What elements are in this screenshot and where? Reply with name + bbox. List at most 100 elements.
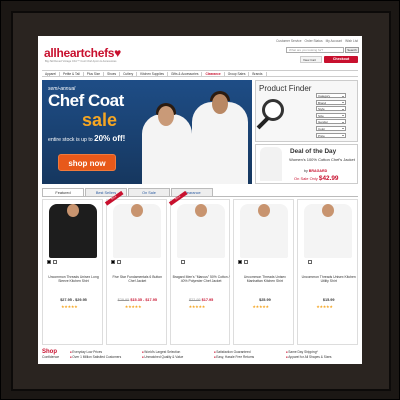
product-price: $15.99 [322,298,335,302]
nav-item-group-sales[interactable]: Group Sales [225,71,250,76]
product-price: $29.95 $15.35 - $17.95 [109,298,166,302]
swatch-white[interactable] [53,260,57,264]
heart-icon: ♥ [114,46,121,60]
nav-item-clearance[interactable]: Clearance [202,71,225,76]
product-card[interactable]: Uncommon Threads Unisex Long Sleeve Kitc… [42,199,103,345]
swatch-white[interactable] [244,260,249,264]
webpage: Customer Service Order Status My Account… [38,36,362,364]
benefit-item: Over 1 Million Satisfied Customers [70,355,121,359]
nav-item-petite-tall[interactable]: Petite & Tall [60,71,84,76]
site-logo[interactable]: allheartchefs♥ [44,46,121,60]
deal-of-the-day[interactable]: Deal of the Day Women's 100% Cotton Chef… [255,144,358,184]
model-face [67,204,79,217]
benefit-item: Same Day Shipping* [286,350,318,354]
swatch-white[interactable] [180,260,185,264]
nav-item-brands[interactable]: Brands [249,71,267,76]
benefit-column: Everyday Low PricesOver 1 Million Satisf… [70,350,142,362]
view-cart-button[interactable]: View Cart [300,56,322,63]
magnifier-handle [256,116,270,130]
benefit-item: Satisfaction Guaranteed [214,350,251,354]
benefit-item: Unmatched Quality & Value [142,355,183,359]
product-price: $27.95 - $29.95 [60,298,87,302]
deal-brand: by BRAGARD [304,169,327,173]
price-select[interactable]: Price [316,132,346,138]
product-price: $22.95 $17.95 [173,298,230,302]
model-face [130,204,143,217]
chef-face [158,106,174,126]
product-name[interactable]: Five Star Fundamentals 6 Button Chef Jac… [109,275,166,283]
product-name[interactable]: Bragard Men's "Marcus" 50% Cotton / 40% … [173,275,230,283]
rating-stars: ★★★★★ [252,304,269,309]
deal-by-label: by [304,169,308,173]
logo-text: allheartchefs [44,46,115,60]
top-links: Customer Service Order Status My Account… [276,39,358,43]
tagline: Big-Tall Dexed Vintage Chic™ Cool Chef A… [45,60,117,63]
nav-item-kitchen-supplies[interactable]: Kitchen Supplies [137,71,168,76]
deal-product-image [260,147,282,181]
male-chef-image [192,102,248,184]
customer-service-link[interactable]: Customer Service [276,39,301,43]
brand-select[interactable]: Brand [316,99,346,105]
benefit-column: World's Largest SelectionUnmatched Quali… [142,350,214,362]
old-price: $29.95 [117,298,130,302]
product-finder-title: Product Finder [259,84,312,93]
size-select[interactable]: Size [316,112,346,118]
color-select[interactable]: Color [316,125,346,131]
swatch-black[interactable] [238,260,243,264]
sale-price: $17.95 [201,298,214,302]
checkout-button[interactable]: Checkout [324,56,358,63]
product-name[interactable]: Uncommon Threads Unisex Manhattan Kitche… [236,275,293,283]
benefit-item: Apparel for All Shapes & Sizes [286,355,332,359]
order-status-link[interactable]: Order Status [305,39,323,43]
rating-stars: ★★★★★ [188,304,206,309]
search-input[interactable]: What are you looking for? [286,47,344,53]
product-price: $25.99 [259,298,271,302]
product-card[interactable]: SALE Bragard Men's "Marcus" 50% Cotton /… [168,190,231,345]
old-price: $22.95 [188,298,201,302]
my-account-link[interactable]: My Account [326,39,342,43]
swatch-black[interactable] [47,260,51,264]
search-button[interactable]: Search [345,47,359,53]
nav-item-apparel[interactable]: Apparel [42,71,60,76]
nav-item-plus-size[interactable]: Plus Size [84,71,105,76]
gender-select[interactable]: Gender [316,119,346,125]
shop-with-confidence: Shop Confidence [42,349,70,362]
hero-desc-value: 20% off! [94,134,126,143]
deal-price-label: On Sale Only [294,176,318,181]
tab-divider [42,196,358,197]
model-face [194,204,207,217]
rating-stars: ★★★★★ [61,304,78,309]
category-select[interactable]: Category [316,93,346,98]
product-card[interactable]: Uncommon Threads Unisex Kitchen Utility … [297,199,358,345]
product-name[interactable]: Uncommon Threads Unisex Long Sleeve Kitc… [45,275,102,283]
finder-selects: Category Brand Style Size Gender Color P… [316,93,346,138]
swatch-black[interactable] [110,260,115,264]
deal-price: On Sale Only $42.99 [294,175,338,182]
product-card[interactable]: Uncommon Threads Unisex Manhattan Kitche… [233,199,295,345]
product-card[interactable]: SALE Five Star Fundamentals 6 Button Che… [104,190,167,345]
style-select[interactable]: Style [316,106,346,112]
swatch-white[interactable] [308,260,313,264]
deal-price-value: $42.99 [318,175,339,182]
product-name[interactable]: Uncommon Threads Unisex Kitchen Utility … [300,275,357,283]
tab-on-sale[interactable]: On Sale [128,188,170,196]
benefit-item: World's Largest Selection [142,350,180,354]
main-nav: Apparel Petite & Tall Plus Size Shoes Cu… [42,70,358,77]
chef-face [212,94,228,114]
tab-featured[interactable]: Featured [42,188,84,196]
benefit-item: Everyday Low Prices [70,350,102,354]
deal-product-name: Women's 100% Cotton Chef's Jacket [289,157,355,162]
nav-item-gifts[interactable]: Gifts & Accessories [168,71,203,76]
wish-list-link[interactable]: Wish List [345,39,358,43]
product-tabs: Featured Best Sellers On Sale Clearance [42,188,213,196]
shop-now-button[interactable]: shop now [58,154,116,171]
benefits-subtitle: Confidence [42,355,60,359]
nav-item-cutlery[interactable]: Cutlery [120,71,138,76]
benefits-bar: ShopConfidence Everyday Low PricesOver 1… [42,349,358,362]
nav-item-shoes[interactable]: Shoes [104,71,121,76]
product-grid: Uncommon Threads Unisex Long Sleeve Kitc… [42,190,358,347]
swatch-white[interactable] [116,260,121,264]
hero-banner[interactable]: semi-annual Chef Coat sale entire stock … [42,80,252,184]
hero-sale: sale [82,110,118,130]
rating-stars: ★★★★★ [124,304,142,309]
